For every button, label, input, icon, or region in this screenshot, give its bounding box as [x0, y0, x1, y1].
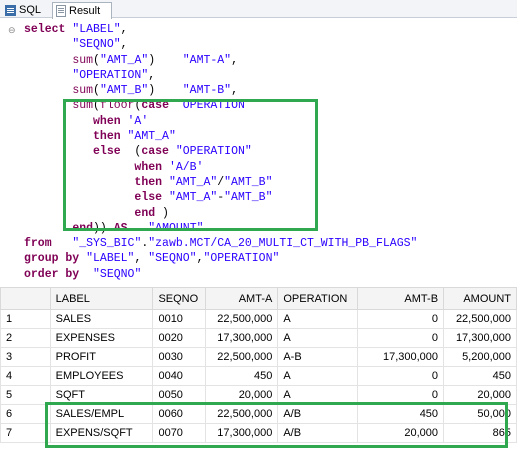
- code-token: ,: [231, 53, 238, 67]
- table-cell: 0: [357, 309, 445, 329]
- table-row[interactable]: 4 EMPLOYEES 0040 450 A 0 450: [0, 366, 517, 386]
- table-row[interactable]: 2 EXPENSES 0020 17,300,000 A 0 17,300,000: [0, 328, 517, 348]
- table-cell: A: [277, 366, 359, 386]
- sql-icon: [5, 4, 16, 16]
- table-cell: A: [277, 309, 359, 329]
- table-cell: 17,300,000: [357, 347, 445, 367]
- row-number[interactable]: 7: [0, 423, 51, 443]
- table-cell: PROFIT: [49, 347, 154, 367]
- row-number[interactable]: 6: [0, 404, 51, 424]
- table-cell: 0010: [152, 309, 207, 329]
- tab-bar: SQL Result: [0, 0, 517, 19]
- column-header[interactable]: LABEL: [49, 287, 154, 310]
- tab-sql-label: SQL: [19, 4, 42, 16]
- table-row[interactable]: 3 PROFIT 0030 22,500,000 A-B 17,300,000 5,200,…: [0, 347, 517, 367]
- tab-sql[interactable]: SQL: [2, 2, 50, 18]
- row-number[interactable]: 5: [0, 385, 51, 405]
- column-header[interactable]: AMT-A: [205, 287, 279, 310]
- result-icon: [56, 5, 66, 17]
- code-token: (: [93, 53, 100, 67]
- code-line: sum("AMT_A") "AMT-A",: [24, 53, 417, 68]
- case-expression-highlight: [63, 99, 318, 231]
- code-token: "AMT-B": [182, 84, 232, 98]
- row-number[interactable]: 1: [0, 309, 51, 329]
- code-token: order by: [24, 267, 80, 281]
- code-token: sum: [72, 53, 94, 67]
- column-header[interactable]: [0, 287, 51, 310]
- code-token: ,: [120, 23, 128, 36]
- row-number[interactable]: 3: [0, 347, 51, 367]
- table-cell: 5,200,000: [443, 347, 517, 367]
- column-header[interactable]: AMOUNT: [443, 287, 517, 310]
- table-cell: 22,500,000: [205, 309, 279, 329]
- code-token: "AMT_A": [99, 53, 149, 67]
- column-header[interactable]: OPERATION: [277, 287, 359, 310]
- code-token: "OPERATION": [72, 68, 149, 82]
- column-header[interactable]: AMT-B: [357, 287, 445, 310]
- table-cell: SALES: [49, 309, 154, 329]
- table-cell: A: [277, 328, 359, 348]
- code-token: (: [93, 84, 100, 98]
- code-line: select "LABEL",: [24, 22, 417, 37]
- table-cell: 0: [357, 366, 445, 386]
- code-token: sum: [72, 84, 94, 98]
- row-number[interactable]: 2: [0, 328, 51, 348]
- table-cell: A-B: [277, 347, 359, 367]
- table-cell: EMPLOYEES: [49, 366, 154, 386]
- table-row[interactable]: 1 SALES 0010 22,500,000 A 0 22,500,000: [0, 309, 517, 329]
- code-token: "SEQNO": [93, 267, 142, 281]
- code-token: ,: [120, 38, 128, 52]
- table-header-row: LABEL SEQNO AMT-A OPERATION AMT-B AMOUNT: [0, 287, 517, 310]
- table-cell: 0: [357, 328, 445, 348]
- row-number[interactable]: 4: [0, 366, 51, 386]
- code-token: "SEQNO": [72, 38, 121, 52]
- code-line: "OPERATION",: [24, 68, 417, 83]
- table-cell: 450: [443, 366, 517, 386]
- code-line: sum("AMT_B") "AMT-B",: [24, 83, 417, 98]
- code-token: select: [24, 23, 73, 36]
- code-token: "SEQNO": [148, 252, 197, 266]
- table-cell: 0040: [152, 366, 207, 386]
- code-line: group by "LABEL", "SEQNO","OPERATION": [24, 251, 417, 266]
- code-token: ,: [134, 252, 149, 266]
- code-token: "_SYS_BIC": [72, 237, 142, 251]
- ratio-rows-highlight: [45, 402, 508, 448]
- code-token: group by: [24, 252, 80, 266]
- code-token: "LABEL": [72, 23, 121, 36]
- code-token: "zawb.MCT/CA_20_MULTI_CT_WITH_PB_FLAGS": [148, 237, 418, 251]
- table-cell: 17,300,000: [443, 328, 517, 348]
- table-cell: 22,500,000: [443, 309, 517, 329]
- column-header[interactable]: SEQNO: [152, 287, 207, 310]
- code-token: ): [148, 84, 183, 98]
- table-cell: 0030: [152, 347, 207, 367]
- code-token: "AMT-A": [182, 53, 232, 67]
- code-token: ): [148, 53, 183, 67]
- code-line: "SEQNO",: [24, 37, 417, 52]
- table-cell: 22,500,000: [205, 347, 279, 367]
- code-token: ,: [231, 84, 238, 98]
- code-token: from: [24, 237, 52, 251]
- code-token: "AMT_B": [99, 84, 149, 98]
- collapse-icon[interactable]: ⊖: [8, 26, 16, 36]
- code-token: "OPERATION": [203, 252, 280, 266]
- table-cell: 450: [205, 366, 279, 386]
- code-line: from "_SYS_BIC"."zawb.MCT/CA_20_MULTI_CT…: [24, 236, 417, 251]
- tab-result[interactable]: Result: [52, 2, 112, 19]
- code-token: "LABEL": [86, 252, 135, 266]
- table-cell: 17,300,000: [205, 328, 279, 348]
- table-cell: EXPENSES: [49, 328, 154, 348]
- code-token: ,: [148, 68, 156, 82]
- table-cell: 0020: [152, 328, 207, 348]
- code-line: order by "SEQNO": [24, 267, 417, 282]
- tab-result-label: Result: [69, 5, 101, 17]
